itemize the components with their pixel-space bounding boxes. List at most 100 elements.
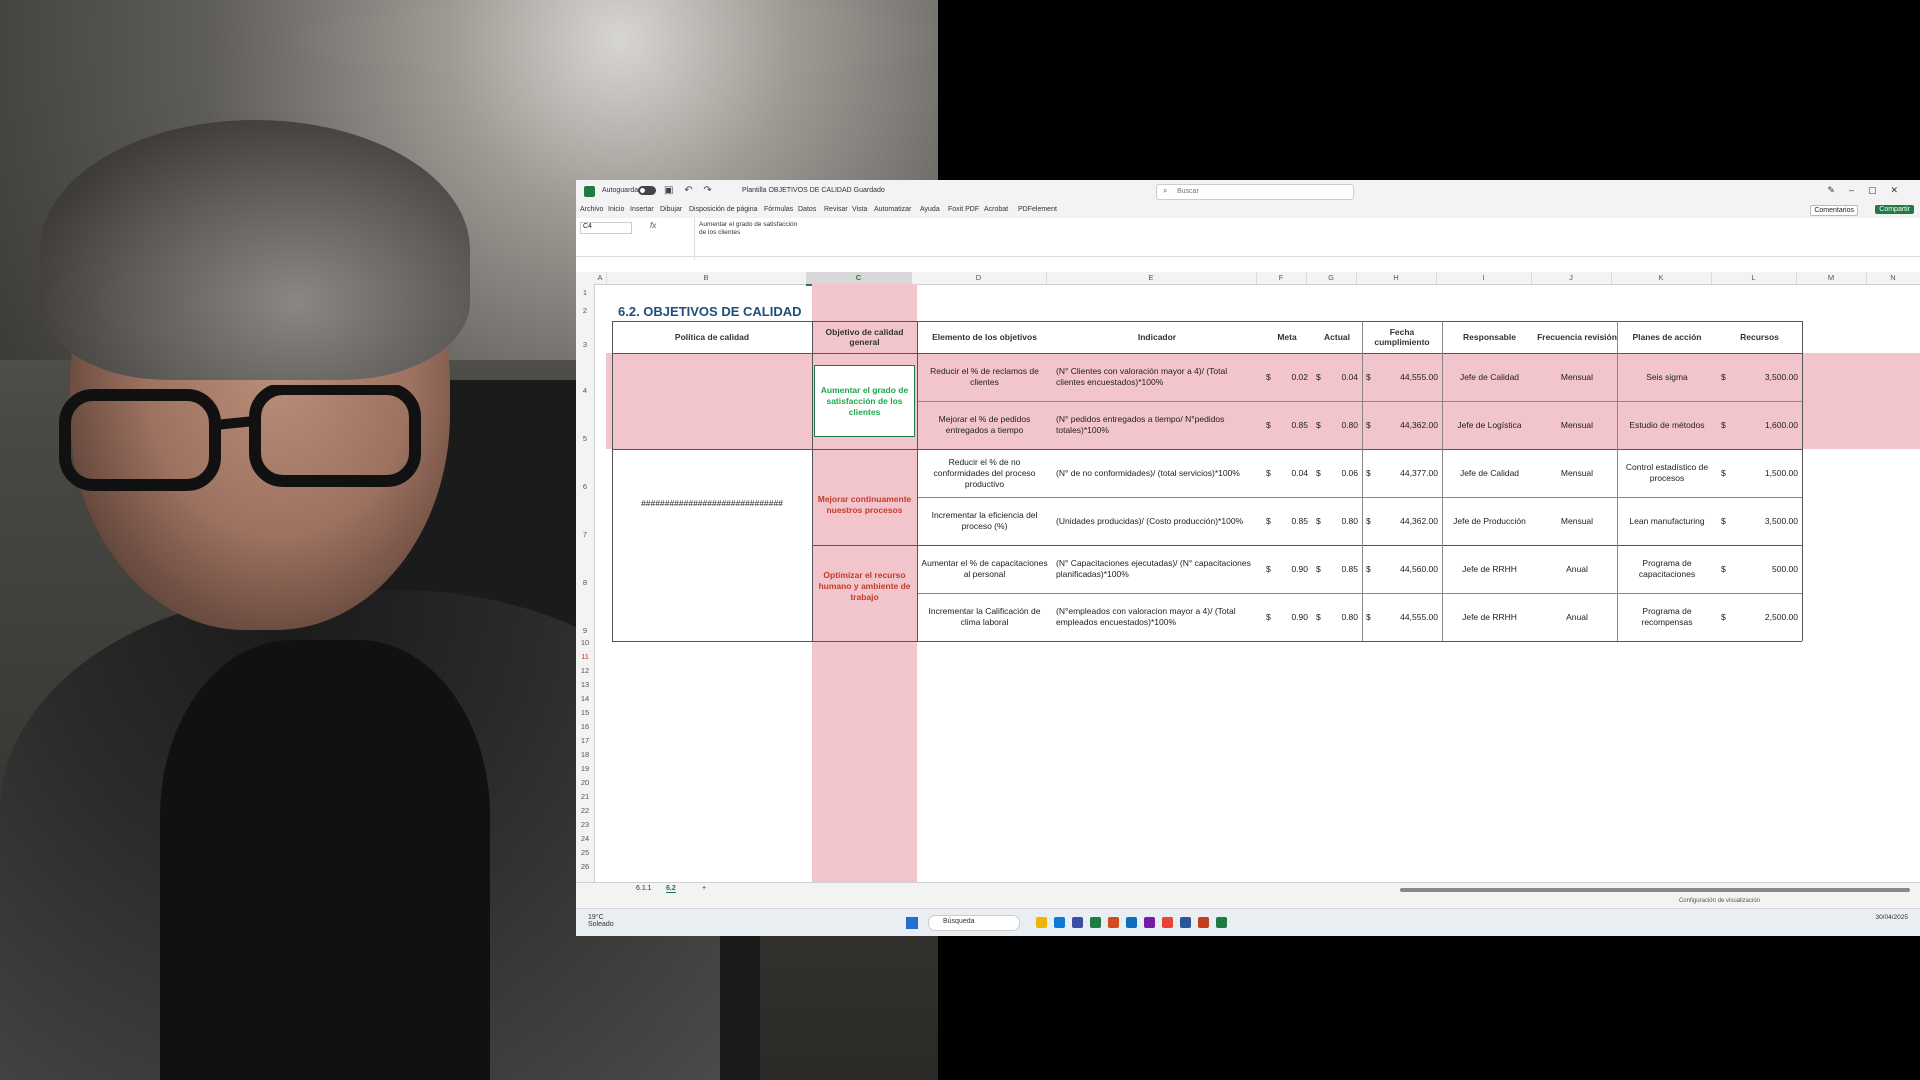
indicator-cell[interactable]: (N°empleados con valoracion mayor a 4)/ … [1052, 593, 1262, 641]
formula-content[interactable]: Aumentar el grado de satisfacción de los… [694, 218, 1920, 260]
actual-cell[interactable]: $0.80 [1312, 497, 1362, 545]
onenote-icon[interactable] [1144, 917, 1155, 928]
header-meta[interactable]: Meta [1262, 321, 1312, 353]
row-header[interactable]: 20 [576, 778, 594, 787]
excel-taskbar-icon[interactable] [1216, 917, 1227, 928]
header-responsable[interactable]: Responsable [1442, 321, 1537, 353]
taskbar-search[interactable]: Búsqueda [928, 915, 1020, 931]
file-name[interactable]: Plantilla OBJETIVOS DE CALIDAD Guardado [742, 187, 885, 194]
frecuencia-cell[interactable]: Mensual [1537, 401, 1617, 449]
responsable-cell[interactable]: Jefe de Producción [1442, 497, 1537, 545]
row-header[interactable]: 21 [576, 792, 594, 801]
indicator-cell[interactable]: (N° de no conformidades)/ (total servici… [1052, 449, 1262, 497]
row-header[interactable]: 2 [576, 306, 594, 315]
header-politica[interactable]: Política de calidad [612, 321, 812, 353]
autosave-toggle[interactable] [638, 186, 656, 195]
row-header[interactable]: 4 [576, 386, 594, 395]
col-header-l[interactable]: L [1711, 272, 1797, 284]
actual-cell[interactable]: $0.80 [1312, 593, 1362, 641]
row-header[interactable]: 22 [576, 806, 594, 815]
powerpoint-icon[interactable] [1198, 917, 1209, 928]
recursos-cell[interactable]: $3,500.00 [1717, 353, 1802, 401]
row-header[interactable]: 3 [576, 340, 594, 349]
row-header[interactable]: 25 [576, 848, 594, 857]
row-header[interactable]: 13 [576, 680, 594, 689]
header-planes[interactable]: Planes de acción [1617, 321, 1717, 353]
fecha-cell[interactable]: $44,362.00 [1362, 497, 1442, 545]
fecha-cell[interactable]: $44,555.00 [1362, 353, 1442, 401]
objective-satisfaction[interactable]: Aumentar el grado de satisfacción de los… [814, 365, 915, 437]
frecuencia-cell[interactable]: Mensual [1537, 353, 1617, 401]
frecuencia-cell[interactable]: Anual [1537, 545, 1617, 593]
word-icon[interactable] [1180, 917, 1191, 928]
row-header[interactable]: 5 [576, 434, 594, 443]
element-cell[interactable]: Incrementar la eficiencia del proceso (%… [917, 497, 1052, 545]
plan-cell[interactable]: Control estadístico de procesos [1617, 449, 1717, 497]
row-header[interactable]: 11 [576, 652, 594, 661]
actual-cell[interactable]: $0.04 [1312, 353, 1362, 401]
menu-foxit[interactable]: Foxit PDF [948, 206, 979, 213]
element-cell[interactable]: Mejorar el % de pedidos entregados a tie… [917, 401, 1052, 449]
col-header-h[interactable]: H [1356, 272, 1437, 284]
row-header[interactable]: 16 [576, 722, 594, 731]
row-header[interactable]: 6 [576, 482, 594, 491]
frecuencia-cell[interactable]: Mensual [1537, 497, 1617, 545]
meta-cell[interactable]: $0.85 [1262, 401, 1312, 449]
header-objetivo[interactable]: Objetivo de calidad general [812, 321, 917, 353]
file-explorer-icon[interactable] [1036, 917, 1047, 928]
add-sheet-button[interactable]: + [702, 885, 706, 892]
col-header-m[interactable]: M [1796, 272, 1867, 284]
row-header[interactable]: 10 [576, 638, 594, 647]
menu-dibujar[interactable]: Dibujar [660, 206, 682, 213]
window-controls[interactable]: ✎–▢✕ [1827, 185, 1912, 196]
responsable-cell[interactable]: Jefe de RRHH [1442, 545, 1537, 593]
comments-button[interactable]: Comentarios [1810, 205, 1858, 216]
menu-insertar[interactable]: Insertar [630, 206, 654, 213]
objective-processes[interactable]: Mejorar continuamente nuestros procesos [814, 470, 915, 540]
sheet-tab-62[interactable]: 6.2 [666, 885, 676, 893]
row-header[interactable]: 26 [576, 862, 594, 871]
col-header-n[interactable]: N [1866, 272, 1920, 284]
menu-pdfelement[interactable]: PDFelement [1018, 206, 1057, 213]
fecha-cell[interactable]: $44,362.00 [1362, 401, 1442, 449]
display-settings[interactable]: Configuración de visualización [1679, 898, 1760, 904]
indicator-cell[interactable]: (N° pedidos entregados a tiempo/ N°pedid… [1052, 401, 1262, 449]
frecuencia-cell[interactable]: Anual [1537, 593, 1617, 641]
chrome-icon[interactable] [1162, 917, 1173, 928]
row-header[interactable]: 17 [576, 736, 594, 745]
plan-cell[interactable]: Lean manufacturing [1617, 497, 1717, 545]
row-header[interactable]: 12 [576, 666, 594, 675]
recursos-cell[interactable]: $1,500.00 [1717, 449, 1802, 497]
row-header[interactable]: 23 [576, 820, 594, 829]
element-cell[interactable]: Reducir el % de reclamos de clientes [917, 353, 1052, 401]
recursos-cell[interactable]: $1,600.00 [1717, 401, 1802, 449]
app-icon[interactable] [1072, 917, 1083, 928]
app-icon[interactable] [1108, 917, 1119, 928]
meta-cell[interactable]: $0.85 [1262, 497, 1312, 545]
responsable-cell[interactable]: Jefe de Logística [1442, 401, 1537, 449]
indicator-cell[interactable]: (Unidades producidas)/ (Costo producción… [1052, 497, 1262, 545]
row-header[interactable]: 1 [576, 288, 594, 297]
row-header[interactable]: 18 [576, 750, 594, 759]
responsable-cell[interactable]: Jefe de Calidad [1442, 449, 1537, 497]
col-header-j[interactable]: J [1531, 272, 1612, 284]
col-header-i[interactable]: I [1436, 272, 1532, 284]
element-cell[interactable]: Incrementar la Calificación de clima lab… [917, 593, 1052, 641]
fecha-cell[interactable]: $44,377.00 [1362, 449, 1442, 497]
weather-widget[interactable]: 19°C Soleado [588, 914, 614, 928]
plan-cell[interactable]: Programa de recompensas [1617, 593, 1717, 641]
app-icon[interactable] [1090, 917, 1101, 928]
actual-cell[interactable]: $0.06 [1312, 449, 1362, 497]
menu-disposicion[interactable]: Disposición de página [689, 206, 758, 213]
frecuencia-cell[interactable]: Mensual [1537, 449, 1617, 497]
row-header[interactable]: 9 [576, 626, 594, 635]
menu-ayuda[interactable]: Ayuda [920, 206, 940, 213]
plan-cell[interactable]: Seis sigma [1617, 353, 1717, 401]
menu-inicio[interactable]: Inicio [608, 206, 624, 213]
row-header[interactable]: 19 [576, 764, 594, 773]
policy-cell[interactable]: ############################## [614, 497, 810, 509]
fx-icon[interactable]: fx [650, 221, 656, 230]
row-header[interactable]: 8 [576, 578, 594, 587]
col-header-g[interactable]: G [1306, 272, 1357, 284]
element-cell[interactable]: Aumentar el % de capacitaciones al perso… [917, 545, 1052, 593]
